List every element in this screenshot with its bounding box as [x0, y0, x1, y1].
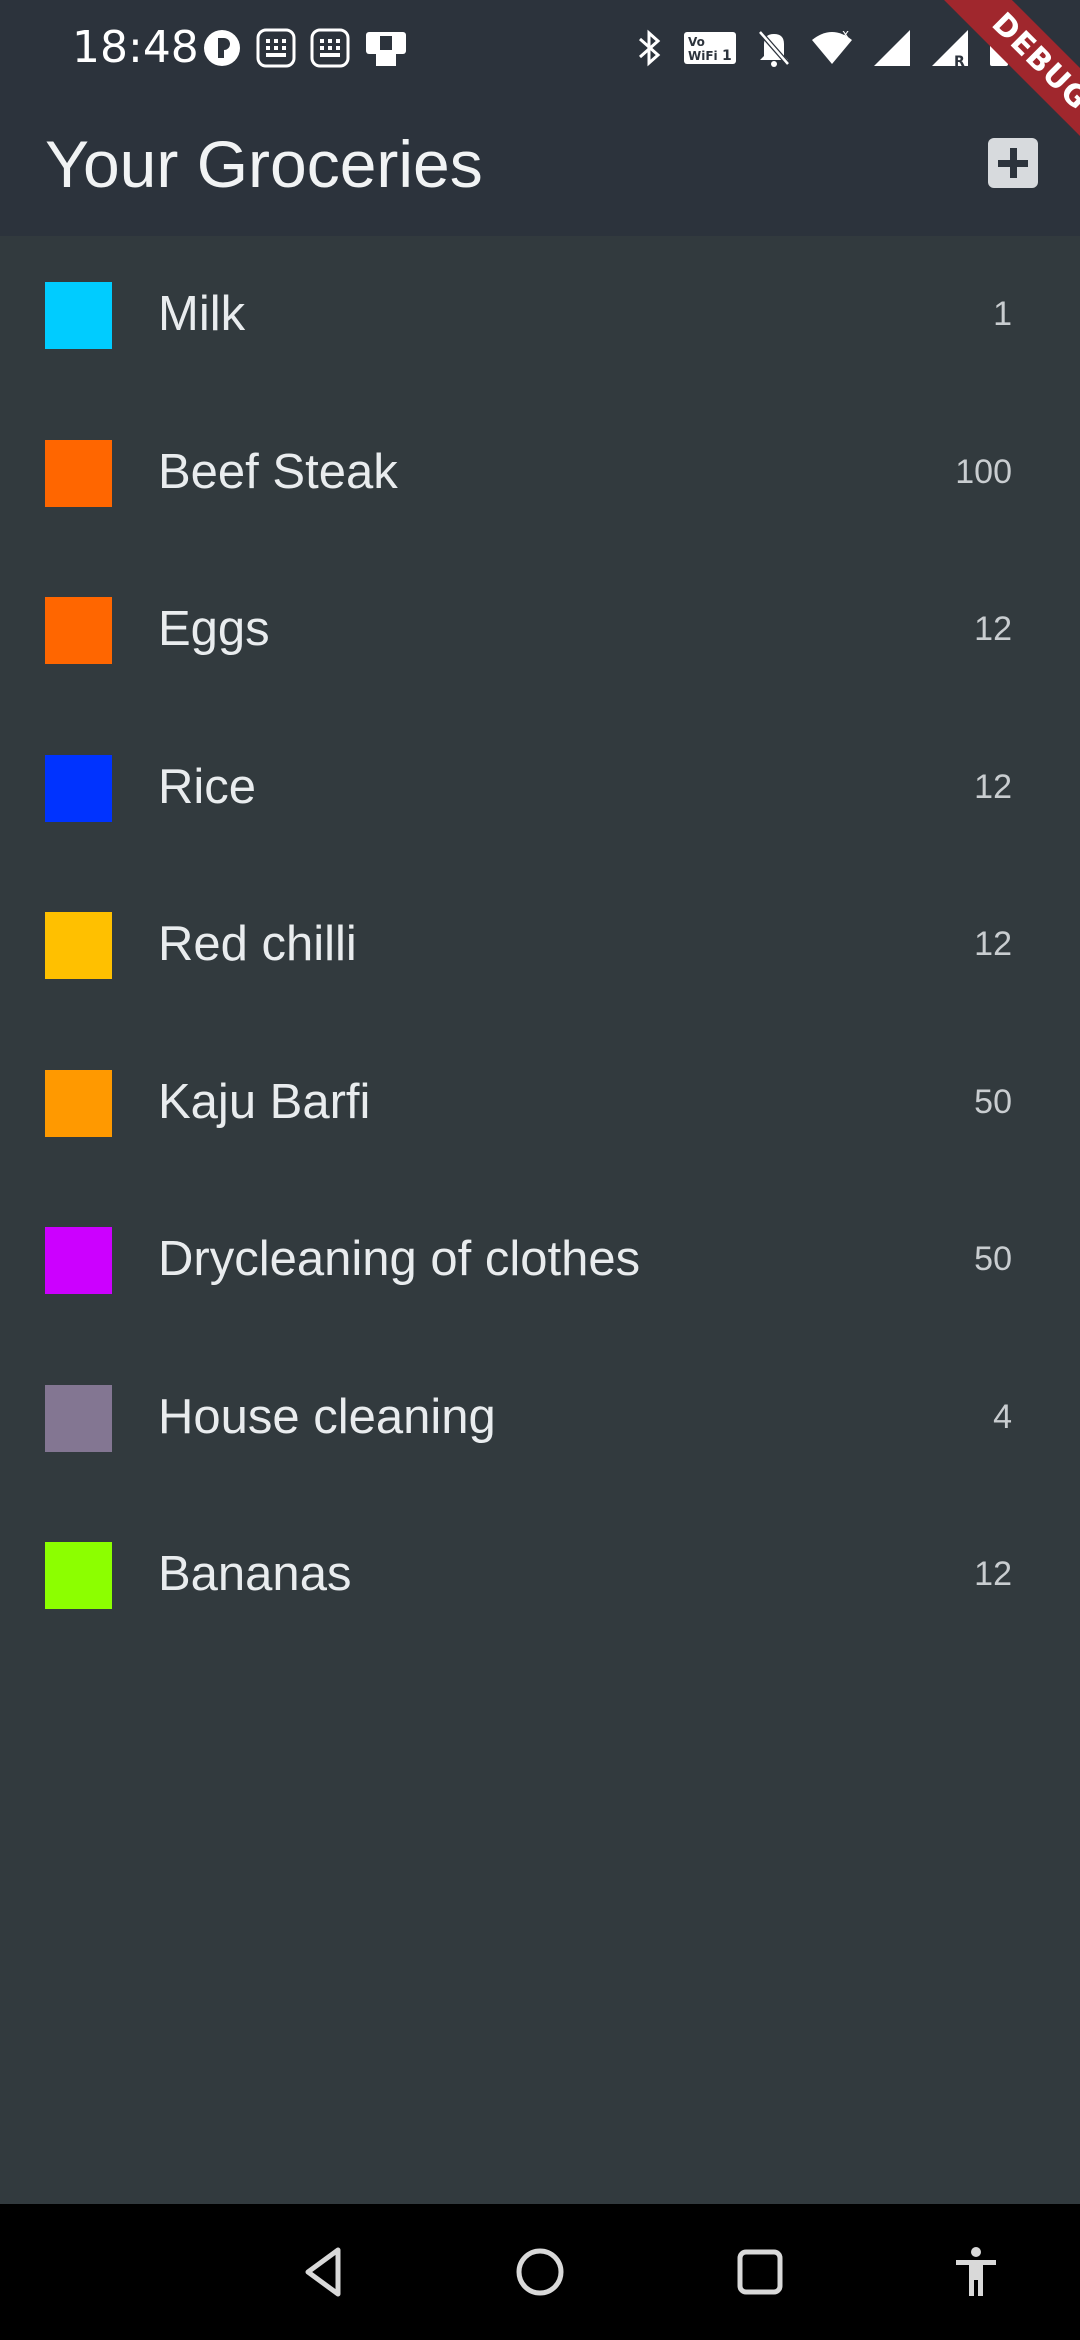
item-quantity: 50 [974, 1082, 1012, 1121]
plus-icon [998, 148, 1028, 178]
list-item[interactable]: Kaju Barfi 50 [0, 1024, 1080, 1182]
item-quantity: 50 [974, 1240, 1012, 1278]
list-item[interactable]: Bananas 12 [0, 1496, 1080, 1654]
color-swatch [45, 1542, 112, 1609]
item-quantity: 12 [974, 925, 1012, 963]
color-swatch [45, 754, 112, 822]
item-name: Bananas [158, 1547, 352, 1601]
signal-icon [874, 30, 910, 66]
grocery-list: Milk 1 Beef Steak 100 Eggs 12 Rice 12 Re… [0, 236, 1080, 1654]
svg-text:WiFi: WiFi [688, 49, 718, 63]
item-quantity: 12 [974, 610, 1012, 648]
svg-text:R: R [954, 54, 965, 68]
list-item[interactable]: Milk 1 [0, 236, 1080, 394]
item-name: Kaju Barfi [158, 1074, 371, 1129]
list-item[interactable]: Red chilli 12 [0, 866, 1080, 1024]
mute-icon [758, 30, 790, 67]
item-name: Drycleaning of clothes [158, 1232, 641, 1286]
item-quantity: 100 [955, 452, 1012, 491]
color-swatch [45, 1069, 112, 1137]
screen: 18:48 Vo WiFi 1 x R Your Groceries DEBUG… [0, 0, 1080, 2340]
status-bar: 18:48 Vo WiFi 1 x R [0, 0, 1080, 94]
home-icon [516, 2248, 564, 2296]
app-bar: Your Groceries [0, 94, 1080, 236]
list-item[interactable]: Rice 12 [0, 709, 1080, 867]
navigation-bar [0, 2204, 1080, 2340]
item-quantity: 12 [974, 1555, 1012, 1593]
item-quantity: 1 [993, 295, 1012, 333]
color-swatch [45, 912, 112, 979]
bluetooth-icon [639, 29, 661, 67]
status-time: 18:48 [72, 22, 199, 73]
svg-text:x: x [842, 28, 849, 41]
home-button[interactable] [510, 2242, 570, 2302]
svg-text:Vo: Vo [688, 35, 705, 49]
list-item[interactable]: Beef Steak 100 [0, 394, 1080, 552]
color-swatch [45, 1227, 112, 1294]
svg-text:1: 1 [722, 48, 732, 64]
color-swatch [45, 282, 112, 349]
item-name: Beef Steak [158, 444, 398, 499]
item-name: Milk [158, 287, 246, 341]
recents-icon [737, 2249, 783, 2295]
item-name: Eggs [158, 602, 270, 656]
signal-roaming-icon: R [932, 30, 968, 68]
notification-icon [310, 28, 350, 68]
recents-button[interactable] [730, 2242, 790, 2302]
item-name: House cleaning [158, 1389, 496, 1444]
accessibility-button[interactable] [946, 2242, 1006, 2302]
back-icon [305, 2247, 341, 2297]
color-swatch [45, 597, 112, 664]
accessibility-icon [956, 2247, 996, 2296]
phone-icon [366, 32, 406, 66]
status-left-icons [202, 24, 408, 72]
item-quantity: 12 [974, 767, 1012, 806]
list-item[interactable]: House cleaning 4 [0, 1339, 1080, 1497]
app-badge-icon [204, 30, 240, 66]
page-title: Your Groceries [45, 127, 483, 201]
list-item[interactable]: Drycleaning of clothes 50 [0, 1181, 1080, 1339]
back-button[interactable] [294, 2242, 354, 2302]
notification-icon [256, 28, 296, 68]
color-swatch [45, 1384, 112, 1452]
wifi-icon: x [812, 28, 852, 64]
list-item[interactable]: Eggs 12 [0, 551, 1080, 709]
item-name: Red chilli [158, 917, 357, 971]
vowifi-icon: Vo WiFi 1 [684, 32, 736, 64]
status-right-icons: Vo WiFi 1 x R [636, 24, 1010, 72]
item-name: Rice [158, 759, 257, 814]
add-item-button[interactable] [988, 138, 1038, 188]
item-quantity: 4 [993, 1397, 1012, 1436]
color-swatch [45, 439, 112, 507]
